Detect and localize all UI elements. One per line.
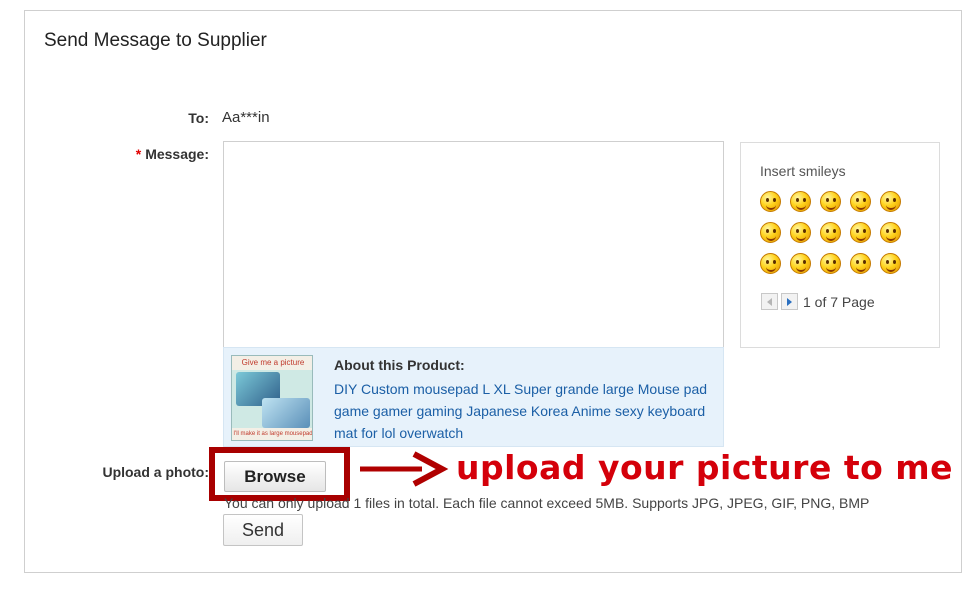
chevron-right-icon xyxy=(787,297,792,306)
kissing-heart-icon[interactable] xyxy=(880,253,901,274)
next-page-button[interactable] xyxy=(781,293,798,310)
smileys-panel: Insert smileys 1 of 7 Page xyxy=(740,142,940,348)
message-label: Message: xyxy=(145,146,209,162)
upload-label: Upload a photo: xyxy=(102,464,209,480)
page-indicator: 1 of 7 Page xyxy=(803,293,875,310)
required-marker: * xyxy=(135,146,142,162)
send-message-panel: Send Message to Supplier To: Aa***in * Me… xyxy=(24,10,962,573)
surprised-icon[interactable] xyxy=(850,253,871,274)
shout-icon[interactable] xyxy=(760,222,781,243)
tongue-icon[interactable] xyxy=(760,253,781,274)
shy-icon[interactable] xyxy=(850,222,871,243)
chevron-left-icon xyxy=(767,297,772,306)
tease-icon[interactable] xyxy=(790,253,811,274)
smileys-pager: 1 of 7 Page xyxy=(761,293,875,310)
to-label: To: xyxy=(188,110,209,126)
message-label-row: * Message: xyxy=(109,146,209,162)
smileys-title: Insert smileys xyxy=(760,163,846,179)
laugh-icon[interactable] xyxy=(790,191,811,212)
thumbnail-caption-top: Give me a picture xyxy=(232,356,312,370)
wink-icon[interactable] xyxy=(820,191,841,212)
product-thumbnail: Give me a picture I'll make it as large … xyxy=(231,355,313,441)
mousepad-image-icon xyxy=(262,398,310,428)
page-title: Send Message to Supplier xyxy=(44,30,267,51)
annotation-highlight-box xyxy=(209,447,350,501)
kiss-icon[interactable] xyxy=(820,222,841,243)
grin-icon[interactable] xyxy=(790,222,811,243)
product-info-box: Give me a picture I'll make it as large … xyxy=(223,347,724,447)
squint-icon[interactable] xyxy=(820,253,841,274)
thumbnail-caption-bottom: I'll make it as large mousepad xyxy=(232,428,312,440)
product-title-link[interactable]: DIY Custom mousepad L XL Super grande la… xyxy=(334,378,714,444)
send-button[interactable]: Send xyxy=(223,514,303,546)
blush-icon[interactable] xyxy=(850,191,871,212)
crab-icon[interactable] xyxy=(880,222,901,243)
annotation-arrow-icon xyxy=(360,451,449,487)
smile-icon[interactable] xyxy=(760,191,781,212)
prev-page-button[interactable] xyxy=(761,293,778,310)
upload-note: You can only upload 1 files in total. Ea… xyxy=(224,495,870,511)
giggle-icon[interactable] xyxy=(880,191,901,212)
recipient-name: Aa***in xyxy=(222,109,270,126)
message-textarea[interactable] xyxy=(223,141,724,348)
annotation-text: upload your picture to me xyxy=(456,448,954,487)
smiley-grid xyxy=(760,191,920,274)
product-heading: About this Product: xyxy=(334,357,465,373)
